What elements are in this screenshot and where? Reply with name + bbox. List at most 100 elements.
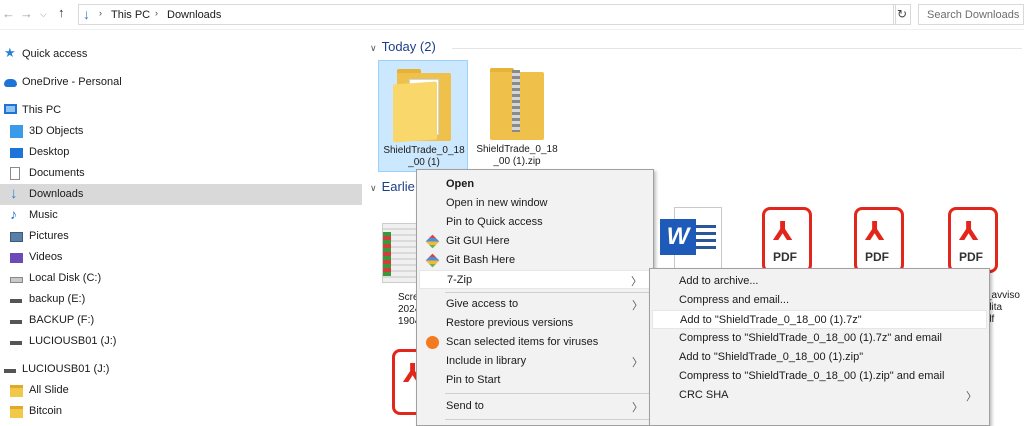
chevron-down-icon: ∨ — [370, 43, 377, 53]
back-button[interactable]: ← — [2, 6, 15, 21]
pdf-label: PDF — [959, 250, 983, 264]
nav-backup-f[interactable]: BACKUP (F:) — [0, 310, 362, 331]
nav-label: This PC — [22, 104, 62, 116]
submenu-add-zip[interactable]: Add to "ShieldTrade_0_18_00 (1).zip" — [652, 348, 987, 367]
context-menu: Open Open in new window Pin to Quick acc… — [416, 169, 654, 426]
menu-separator — [445, 393, 649, 394]
menu-label: Restore previous versions — [446, 317, 574, 329]
search-input[interactable]: Search Downloads — [918, 4, 1024, 25]
nav-desktop[interactable]: Desktop — [0, 142, 362, 163]
nav-usb-root[interactable]: LUCIOUSB01 (J:) — [0, 359, 362, 380]
pdf-file-icon[interactable]: ⅄ PDF — [948, 207, 998, 273]
group-label: Today (2) — [381, 39, 436, 54]
chevron-right-icon: 〉 — [632, 300, 643, 312]
drive-icon — [10, 277, 23, 283]
up-button[interactable]: ↑ — [58, 5, 65, 20]
submenu-compress-email[interactable]: Compress and email... — [652, 291, 987, 310]
menu-item-open[interactable]: Open — [419, 175, 651, 194]
usb-drive-icon — [4, 369, 16, 373]
nav-quick-access[interactable]: ★ Quick access — [0, 44, 362, 65]
downloads-icon: ↓ — [83, 6, 90, 22]
cube-icon — [10, 125, 23, 138]
nav-3d-objects[interactable]: 3D Objects — [0, 121, 362, 142]
menu-label: Open — [446, 178, 475, 190]
nav-local-disk-c[interactable]: Local Disk (C:) — [0, 268, 362, 289]
submenu-compress-zip-email[interactable]: Compress to "ShieldTrade_0_18_00 (1).zip… — [652, 367, 987, 386]
nav-downloads[interactable]: ↓ Downloads — [0, 184, 362, 205]
menu-label: Compress and email... — [679, 294, 790, 306]
navigation-pane: ★ Quick access OneDrive - Personal This … — [0, 31, 362, 426]
submenu-compress-7z-email[interactable]: Compress to "ShieldTrade_0_18_00 (1).7z"… — [652, 329, 987, 348]
menu-label: Add to archive... — [679, 275, 759, 287]
nav-all-slide[interactable]: All Slide — [0, 380, 362, 401]
nav-label: backup (E:) — [29, 293, 86, 305]
menu-item-give-access[interactable]: Give access to 〉 — [419, 295, 651, 314]
file-item-folder[interactable]: ShieldTrade_0_18 _00 (1) — [378, 60, 468, 172]
menu-item-pin-start[interactable]: Pin to Start — [419, 371, 651, 390]
breadcrumb-this-pc[interactable]: This PC — [111, 9, 150, 21]
nav-music[interactable]: ♪ Music — [0, 205, 362, 226]
menu-item-git-gui[interactable]: Git GUI Here — [419, 232, 651, 251]
cloud-icon — [4, 79, 17, 87]
pdf-label: PDF — [773, 250, 797, 264]
nav-label: Downloads — [29, 188, 84, 200]
menu-label: Compress to "ShieldTrade_0_18_00 (1).7z"… — [679, 332, 942, 344]
folder-icon — [10, 385, 23, 397]
file-name-line: _00 (1).zip — [493, 156, 541, 167]
menu-item-pin-quick-access[interactable]: Pin to Quick access — [419, 213, 651, 232]
menu-label: Compress to "ShieldTrade_0_18_00 (1).zip… — [679, 370, 945, 382]
picture-icon — [10, 232, 23, 242]
file-name: ShieldTrade_0_18 _00 (1).zip — [472, 144, 562, 168]
video-icon — [10, 253, 23, 263]
pdf-file-icon[interactable]: ⅄ PDF — [854, 207, 904, 273]
menu-label: Add to "ShieldTrade_0_18_00 (1).7z" — [680, 314, 862, 326]
menu-item-scan[interactable]: Scan selected items for viruses — [419, 333, 651, 352]
file-name-line: dita — [986, 302, 1003, 313]
nav-videos[interactable]: Videos — [0, 247, 362, 268]
menu-separator — [445, 419, 649, 420]
menu-item-7zip[interactable]: 7-Zip 〉 — [419, 270, 651, 289]
nav-luciousb01-j[interactable]: LUCIOUSB01 (J:) — [0, 331, 362, 352]
menu-item-open-new-window[interactable]: Open in new window — [419, 194, 651, 213]
file-name-line: ShieldTrade_0_18 — [383, 145, 465, 156]
usb-drive-icon — [10, 320, 22, 324]
nav-label: Pictures — [29, 230, 69, 242]
file-item-zip[interactable]: ShieldTrade_0_18 _00 (1).zip — [472, 60, 562, 172]
nav-this-pc[interactable]: This PC — [0, 100, 362, 121]
address-input[interactable]: ↓ › This PC › Downloads ⌵ — [78, 4, 964, 25]
menu-item-restore[interactable]: Restore previous versions — [419, 314, 651, 333]
chevron-right-icon[interactable]: › — [99, 8, 102, 18]
search-placeholder: Search Downloads — [927, 9, 1020, 21]
recent-dropdown-icon[interactable]: ⌵ — [40, 9, 47, 20]
acrobat-icon: ⅄ — [959, 216, 979, 246]
menu-label: Add to "ShieldTrade_0_18_00 (1).zip" — [679, 351, 864, 363]
pdf-file-icon[interactable]: ⅄ PDF — [762, 207, 812, 273]
submenu-add-7z[interactable]: Add to "ShieldTrade_0_18_00 (1).7z" — [652, 310, 987, 329]
file-name-line: _avviso — [986, 290, 1020, 301]
file-name: _avviso dita df — [986, 290, 1020, 326]
word-document-icon[interactable]: W — [660, 207, 726, 273]
menu-label: Git GUI Here — [446, 235, 510, 247]
nav-documents[interactable]: Documents — [0, 163, 362, 184]
git-icon — [425, 234, 440, 249]
forward-button[interactable]: → — [20, 6, 33, 21]
group-header-earlier[interactable]: ∨ Earlie — [370, 179, 415, 194]
menu-item-git-bash[interactable]: Git Bash Here — [419, 251, 651, 270]
menu-item-include-library[interactable]: Include in library 〉 — [419, 352, 651, 371]
menu-item-send-to[interactable]: Send to 〉 — [419, 397, 651, 416]
submenu-add-archive[interactable]: Add to archive... — [652, 272, 987, 291]
divider — [452, 48, 1022, 49]
nav-pictures[interactable]: Pictures — [0, 226, 362, 247]
breadcrumb-downloads[interactable]: Downloads — [167, 9, 221, 21]
nav-bitcoin[interactable]: Bitcoin — [0, 401, 362, 422]
nav-onedrive[interactable]: OneDrive - Personal — [0, 72, 362, 93]
download-arrow-icon: ↓ — [10, 185, 18, 202]
nav-label: Documents — [29, 167, 85, 179]
group-header-today[interactable]: ∨ Today (2) — [370, 39, 436, 54]
refresh-button[interactable]: ↻ — [893, 4, 911, 25]
submenu-crc-sha[interactable]: CRC SHA 〉 — [652, 386, 987, 405]
nav-backup-e[interactable]: backup (E:) — [0, 289, 362, 310]
chevron-right-icon[interactable]: › — [155, 8, 158, 18]
address-bar: ← → ⌵ ↑ ↓ › This PC › Downloads ⌵ ↻ Sear… — [0, 0, 1024, 30]
menu-label: Scan selected items for viruses — [446, 336, 599, 348]
